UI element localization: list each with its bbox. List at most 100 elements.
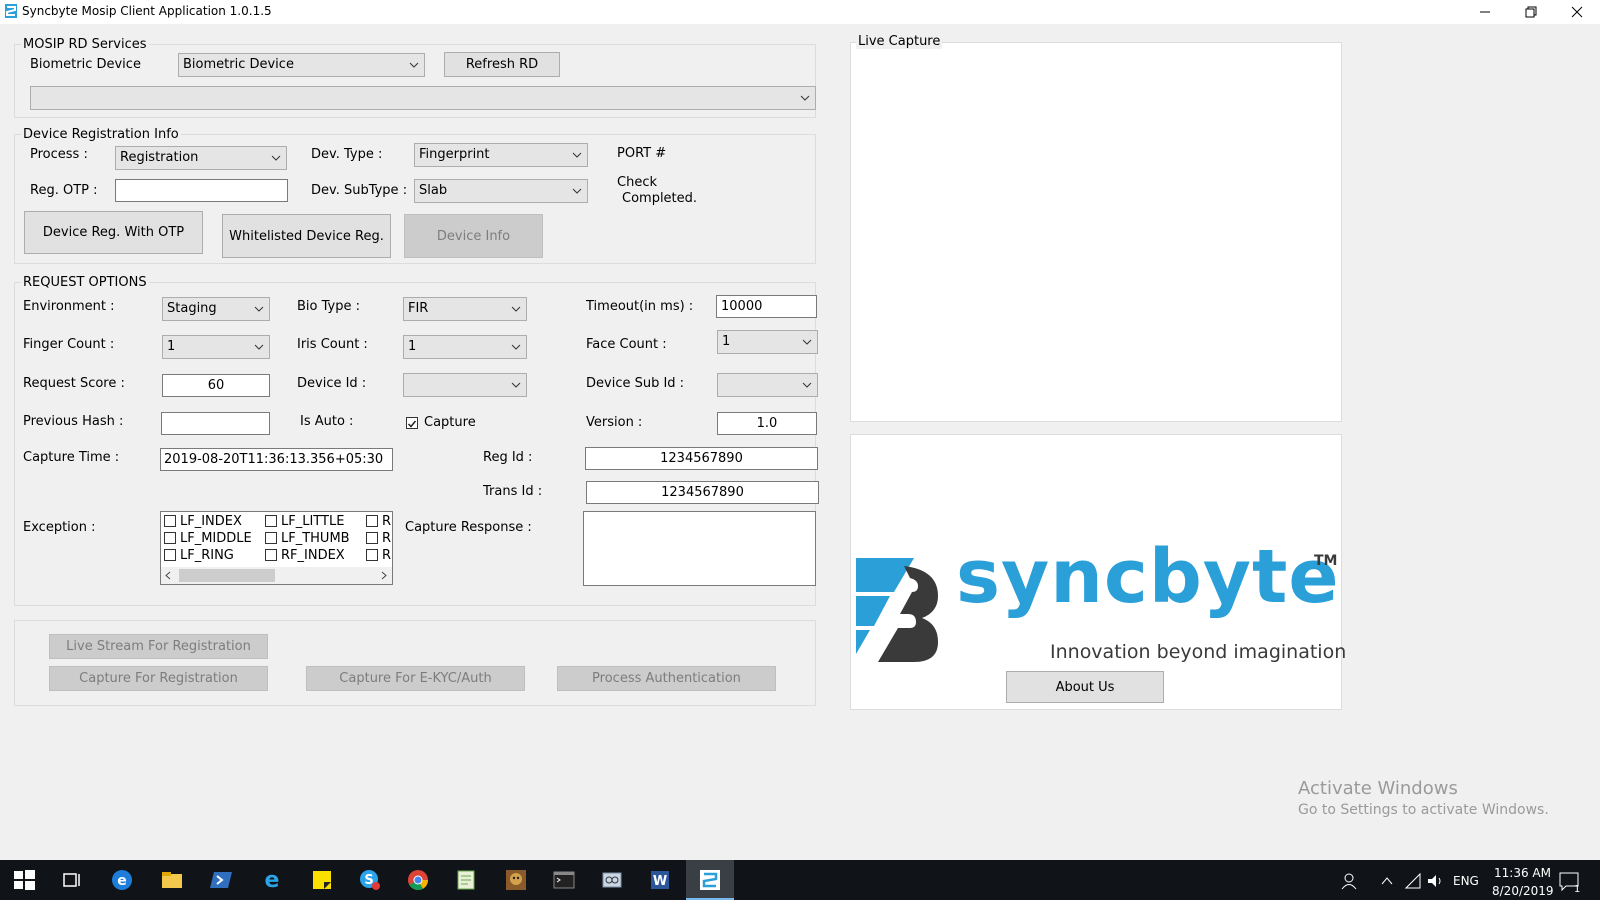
- restore-button[interactable]: [1508, 0, 1554, 24]
- exception-checkbox[interactable]: [265, 532, 277, 544]
- exception-list: LF_INDEX LF_MIDDLE LF_RING LF_LITTLE LF_…: [160, 511, 393, 585]
- syncbyte-app-icon[interactable]: [698, 868, 722, 892]
- trans-id-input[interactable]: 1234567890: [586, 481, 819, 504]
- capture-ekyc-button[interactable]: Capture For E-KYC/Auth: [306, 666, 525, 691]
- network-icon[interactable]: [1404, 872, 1422, 890]
- exception-checkbox[interactable]: [366, 549, 378, 561]
- capture-registration-button[interactable]: Capture For Registration: [49, 666, 268, 691]
- exception-checkbox[interactable]: [366, 515, 378, 527]
- live-stream-registration-button[interactable]: Live Stream For Registration: [49, 634, 268, 659]
- chevron-down-icon: [802, 339, 812, 345]
- minimize-button[interactable]: [1462, 0, 1508, 24]
- internet-explorer-icon[interactable]: e: [260, 868, 284, 892]
- sticky-notes-icon[interactable]: [310, 868, 334, 892]
- whitelisted-device-reg-button[interactable]: Whitelisted Device Reg.: [222, 214, 391, 258]
- close-button[interactable]: [1554, 0, 1600, 24]
- capture-response-label: Capture Response :: [405, 520, 532, 535]
- exception-checkbox[interactable]: [164, 532, 176, 544]
- timeout-input[interactable]: 10000: [716, 295, 817, 318]
- chrome-icon[interactable]: [406, 868, 430, 892]
- live-capture-panel: [850, 42, 1342, 422]
- capture-time-input[interactable]: 2019-08-20T11:36:13.356+05:30: [160, 448, 393, 471]
- device-info-button[interactable]: Device Info: [404, 214, 543, 258]
- chevron-down-icon: [802, 382, 812, 388]
- chevron-down-icon: [800, 95, 810, 101]
- dev-type-label: Dev. Type :: [311, 147, 383, 162]
- trans-id-label: Trans Id :: [483, 484, 543, 499]
- finger-count-select[interactable]: 1: [162, 335, 270, 359]
- biometric-device-select[interactable]: Biometric Device: [178, 53, 425, 77]
- logo-text: syncbyte: [956, 534, 1340, 620]
- iris-count-select[interactable]: 1: [403, 335, 527, 359]
- edge-icon[interactable]: e: [110, 868, 134, 892]
- process-select[interactable]: Registration: [115, 146, 287, 170]
- capture-checkbox[interactable]: [406, 417, 418, 429]
- live-capture-legend: Live Capture: [856, 34, 943, 49]
- start-icon[interactable]: [12, 868, 36, 892]
- volume-icon[interactable]: [1426, 872, 1444, 890]
- reg-otp-label: Reg. OTP :: [30, 183, 98, 198]
- device-id-label: Device Id :: [297, 376, 367, 391]
- is-auto-label: Is Auto :: [300, 414, 354, 429]
- snipping-icon[interactable]: [600, 868, 624, 892]
- dev-type-select[interactable]: Fingerprint: [414, 143, 588, 167]
- svg-text:e: e: [117, 873, 127, 889]
- tagline: Innovation beyond imagination: [1050, 641, 1347, 663]
- powershell-icon[interactable]: [210, 868, 234, 892]
- reg-id-label: Reg Id :: [483, 450, 533, 465]
- exception-checkbox[interactable]: [164, 549, 176, 561]
- rd-services-legend: MOSIP RD Services: [21, 37, 149, 52]
- app-icon: [5, 4, 17, 18]
- clock-date[interactable]: 8/20/2019: [1492, 884, 1554, 898]
- restore-icon: [1525, 6, 1537, 18]
- scroll-left-icon[interactable]: [163, 570, 173, 581]
- notepad-icon[interactable]: [454, 868, 478, 892]
- window-title: Syncbyte Mosip Client Application 1.0.1.…: [22, 4, 272, 18]
- device-id-select[interactable]: [403, 373, 527, 397]
- process-authentication-button[interactable]: Process Authentication: [557, 666, 776, 691]
- capture-response-textarea[interactable]: [583, 511, 816, 586]
- game-icon[interactable]: [504, 868, 528, 892]
- language-indicator[interactable]: ENG: [1453, 874, 1479, 888]
- terminal-icon[interactable]: [552, 868, 576, 892]
- dev-subtype-select[interactable]: Slab: [414, 179, 588, 203]
- request-score-input[interactable]: 60: [162, 374, 270, 397]
- word-icon[interactable]: W: [648, 868, 672, 892]
- device-registration-legend: Device Registration Info: [21, 127, 181, 142]
- exception-checkbox[interactable]: [265, 515, 277, 527]
- device-sub-id-select[interactable]: [717, 373, 818, 397]
- environment-select[interactable]: Staging: [162, 297, 270, 321]
- exception-checkbox[interactable]: [164, 515, 176, 527]
- reg-id-input[interactable]: 1234567890: [585, 447, 818, 470]
- horizontal-scrollbar[interactable]: [161, 567, 392, 584]
- svg-text:W: W: [653, 874, 667, 889]
- port-label: PORT #: [617, 146, 667, 161]
- reg-otp-input[interactable]: [115, 179, 288, 202]
- bio-type-label: Bio Type :: [297, 299, 360, 314]
- scrollbar-thumb[interactable]: [179, 569, 275, 582]
- bio-type-select[interactable]: FIR: [403, 297, 527, 321]
- scroll-right-icon[interactable]: [379, 570, 389, 581]
- device-list-select[interactable]: [30, 86, 816, 110]
- about-us-button[interactable]: About Us: [1006, 671, 1164, 703]
- device-reg-otp-button[interactable]: Device Reg. With OTP: [24, 211, 203, 254]
- file-explorer-icon[interactable]: [160, 868, 184, 892]
- people-icon[interactable]: [1340, 872, 1358, 890]
- chevron-down-icon: [511, 344, 521, 350]
- exception-item: LF_INDEX: [180, 514, 242, 529]
- chevron-down-icon: [254, 306, 264, 312]
- refresh-rd-button[interactable]: Refresh RD: [444, 52, 560, 77]
- previous-hash-input[interactable]: [161, 412, 270, 435]
- skype-icon[interactable]: S: [358, 868, 382, 892]
- task-view-icon[interactable]: [60, 868, 84, 892]
- exception-checkbox[interactable]: [265, 549, 277, 561]
- exception-checkbox[interactable]: [366, 532, 378, 544]
- iris-count-label: Iris Count :: [297, 337, 368, 352]
- clock-time[interactable]: 11:36 AM: [1494, 866, 1551, 880]
- chevron-up-icon[interactable]: [1380, 874, 1394, 888]
- exception-item: R: [382, 514, 392, 529]
- face-count-select[interactable]: 1: [717, 330, 818, 354]
- exception-label: Exception :: [23, 520, 96, 535]
- timeout-label: Timeout(in ms) :: [586, 299, 694, 314]
- version-input[interactable]: 1.0: [717, 412, 817, 435]
